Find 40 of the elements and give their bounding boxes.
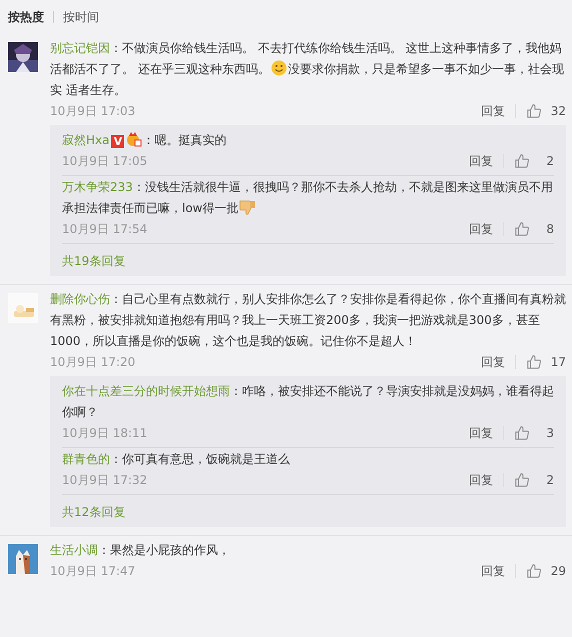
like-count: 2	[545, 153, 554, 170]
like-count: 8	[545, 221, 554, 238]
like-icon[interactable]	[526, 354, 542, 370]
reply-link[interactable]: 回复	[469, 152, 493, 170]
sort-tab[interactable]: 按热度	[8, 8, 44, 26]
reply-link[interactable]: 回复	[469, 220, 493, 238]
comment-time: 10月9日 17:47	[50, 563, 136, 580]
sort-tab[interactable]: 按时间	[63, 8, 99, 26]
comment-text: 删除你心伤：自己心里有点数就行，别人安排你怎么了？安排你是看得起你，你个直播间有真粉就有黑粉，被安排就知道抱怨有用吗？我上一天班工资200多，我演一把游戏就是300多，甚至1000，所以直播是你的饭碗，这个也是我的饭碗。记住你不是超人！	[50, 291, 566, 350]
comment-time: 10月9日 17:20	[50, 354, 136, 371]
comment-text: 别忘记铠因：不做演员你给钱生活吗。 不去打代练你给钱生活吗。 这世上这种事情多了，我他妈活都活不了了。 还在乎三观这种东西吗。 没要求你捐款，只是希望多一事不如少一事，社会现实 适者生存。	[50, 40, 565, 99]
smiley-icon	[270, 60, 287, 76]
comment-text: 万木争荣233：没钱生活就很牛逼，很拽吗？那你不去杀人抢劫，不就是图来这里做演员不用承担法律责任而已嘛，low得一批	[62, 179, 554, 218]
reply-link[interactable]: 回复	[481, 102, 505, 120]
like-icon[interactable]	[514, 221, 530, 237]
like-count: 32	[550, 103, 566, 120]
like-icon[interactable]	[526, 563, 542, 579]
comment-time: 10月9日 17:03	[50, 103, 136, 120]
reply-link[interactable]: 回复	[469, 471, 493, 489]
like-count: 2	[545, 472, 554, 489]
like-count: 3	[545, 425, 554, 442]
comment-text: 生活小调：果然是小屁孩的作风，	[50, 542, 231, 559]
like-icon[interactable]	[526, 103, 542, 119]
comment-text: 群青色的：你可真有意思，饭碗就是王道么	[62, 451, 291, 468]
like-icon[interactable]	[514, 425, 530, 441]
like-icon[interactable]	[514, 153, 530, 169]
reply-link[interactable]: 回复	[469, 424, 493, 442]
verified-badge: V	[111, 135, 124, 148]
comment-text: 你在十点差三分的时候开始想雨：咋咯，被安排还不能说了？导演安排就是没妈妈，谁看得起你啊？	[62, 383, 554, 421]
comment-time: 10月9日 17:32	[62, 472, 148, 489]
like-icon[interactable]	[514, 472, 530, 488]
thumbs-down-icon	[238, 198, 256, 216]
comment-time: 10月9日 17:05	[62, 153, 148, 170]
like-count: 29	[550, 563, 566, 580]
reply-link[interactable]: 回复	[481, 562, 505, 580]
comment-text: 寂然Hxa V ：嗯。挺真实的	[62, 130, 228, 150]
reply-link[interactable]: 回复	[481, 353, 505, 371]
like-count: 17	[550, 354, 566, 371]
comment-time: 10月9日 18:11	[62, 425, 148, 442]
comment-time: 10月9日 17:54	[62, 221, 148, 238]
